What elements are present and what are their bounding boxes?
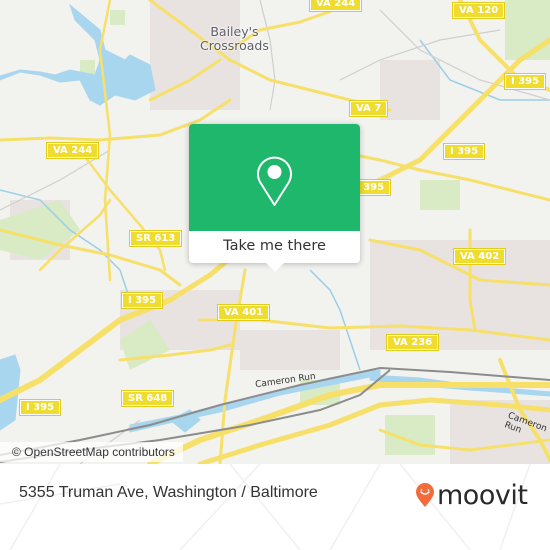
park	[505, 0, 550, 60]
popup-header	[189, 124, 360, 231]
place-label-baileys-crossroads: Bailey's Crossroads	[200, 24, 269, 53]
location-pin-icon	[257, 156, 292, 206]
popup-pointer	[265, 262, 285, 272]
reservoir	[0, 3, 156, 106]
road-shield: VA 236	[385, 334, 440, 351]
moovit-pin-icon	[416, 483, 434, 507]
map[interactable]: Bailey's Crossroads VA 244 VA 120 I 395 …	[0, 0, 550, 464]
road-shield: I 395	[442, 143, 486, 160]
urban-area	[240, 330, 340, 370]
road-shield: SR 613	[128, 230, 183, 247]
road-shield: SR 648	[120, 390, 175, 407]
minor-road	[259, 0, 276, 111]
take-me-there-button[interactable]: Take me there	[189, 231, 360, 263]
footer: 5355 Truman Ave, Washington / Baltimore …	[0, 464, 550, 550]
park	[110, 10, 125, 25]
road-shield: I 395	[18, 399, 62, 416]
road-shield: VA 401	[216, 304, 271, 321]
park	[420, 180, 460, 210]
moovit-logo[interactable]: moovit	[415, 478, 528, 512]
road-shield: I 395	[503, 73, 547, 90]
moovit-wordmark: moovit	[437, 479, 528, 511]
road-shield: VA 244	[45, 142, 100, 159]
road-shield: I 395	[120, 292, 164, 309]
road-shield: VA 120	[451, 2, 506, 19]
road-shield: VA 402	[452, 248, 507, 265]
location-popup: Take me there	[189, 124, 360, 272]
road-shield: VA 244	[308, 0, 363, 12]
map-attribution[interactable]: © OpenStreetMap contributors	[0, 442, 183, 462]
address-label: 5355 Truman Ave, Washington / Baltimore	[19, 484, 318, 501]
road-shield: VA 7	[348, 100, 389, 117]
